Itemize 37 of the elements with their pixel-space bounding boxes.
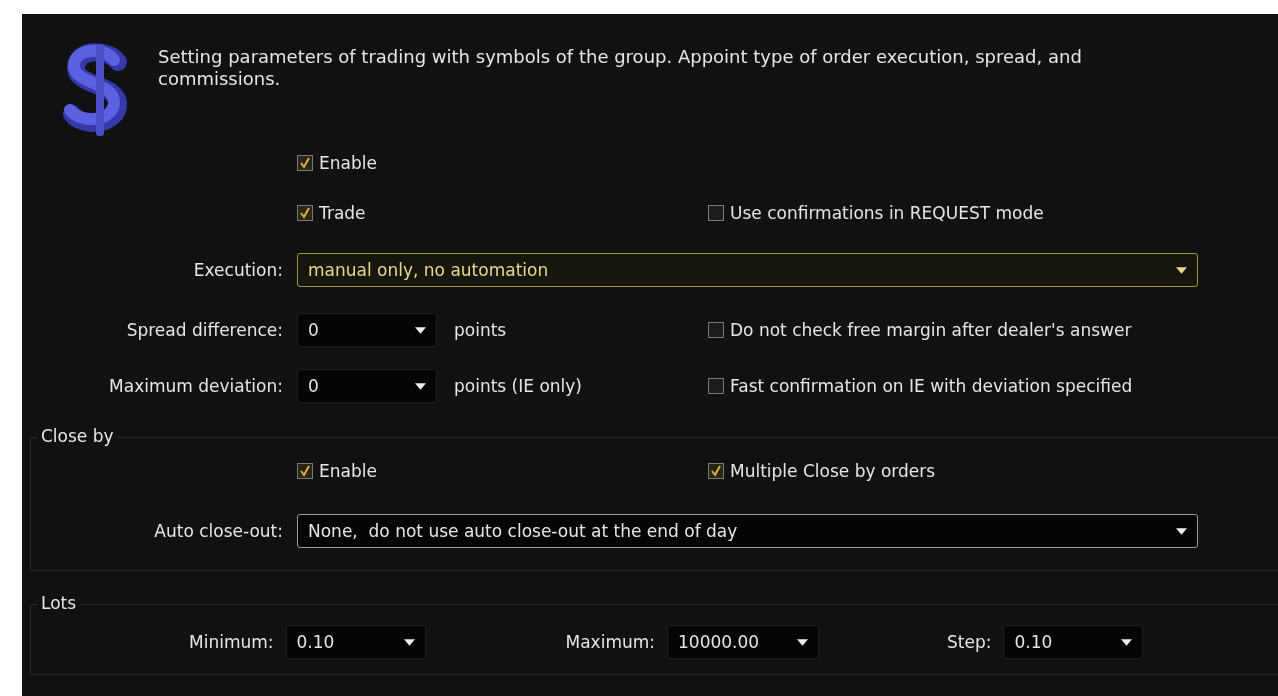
checkbox-label[interactable]: Enable bbox=[319, 153, 377, 173]
group-title: Close by bbox=[37, 426, 118, 446]
checkbox[interactable] bbox=[708, 205, 724, 221]
checkbox-label[interactable]: Fast confirmation on IE with deviation specified bbox=[730, 376, 1133, 396]
unit-label: points bbox=[454, 320, 507, 340]
caret-icon[interactable] bbox=[415, 382, 426, 390]
checkbox-label[interactable]: Multiple Close by orders bbox=[730, 461, 936, 481]
field-label: Spread difference: bbox=[125, 320, 283, 340]
lot-label: Maximum: bbox=[565, 632, 655, 652]
checkbox-label[interactable]: Enable bbox=[319, 461, 377, 481]
checkbox[interactable] bbox=[708, 463, 724, 479]
field-label: Maximum deviation: bbox=[108, 376, 283, 396]
checkbox-label[interactable]: Trade bbox=[319, 203, 366, 223]
lot-label: Minimum: bbox=[189, 632, 274, 652]
caret-icon[interactable] bbox=[415, 326, 426, 334]
execution-label: Execution: bbox=[192, 260, 283, 280]
caret-icon[interactable] bbox=[403, 638, 415, 646]
lot-label: Step: bbox=[947, 632, 992, 652]
checkbox[interactable] bbox=[708, 378, 724, 394]
description-text: Setting parameters of trading with symbols of the group. Appoint type of order execution, spread, and commissions. bbox=[158, 46, 1083, 90]
checkbox[interactable] bbox=[297, 463, 313, 479]
checkbox[interactable] bbox=[297, 205, 313, 221]
dropdown-value[interactable]: 0 bbox=[308, 320, 319, 340]
auto-close-out-label: Auto close-out: bbox=[153, 521, 283, 541]
checkbox[interactable] bbox=[297, 155, 313, 171]
caret-icon[interactable] bbox=[797, 638, 808, 646]
dropdown-value[interactable]: 0.10 bbox=[296, 632, 335, 652]
dropdown-value[interactable]: 0.10 bbox=[1014, 632, 1053, 652]
caret-icon[interactable] bbox=[1176, 266, 1187, 274]
unit-label: points (IE only) bbox=[454, 376, 582, 396]
checkbox[interactable] bbox=[708, 322, 724, 338]
caret-icon[interactable] bbox=[1121, 638, 1133, 646]
checkbox-label[interactable]: Do not check free margin after dealer's answer bbox=[730, 320, 1132, 340]
dropdown-value[interactable]: 0 bbox=[308, 376, 319, 396]
caret-icon[interactable] bbox=[1176, 527, 1187, 535]
execution-dropdown-value[interactable]: manual only, no automation bbox=[308, 260, 549, 280]
checkbox-label[interactable]: Use confirmations in REQUEST mode bbox=[730, 203, 1044, 223]
